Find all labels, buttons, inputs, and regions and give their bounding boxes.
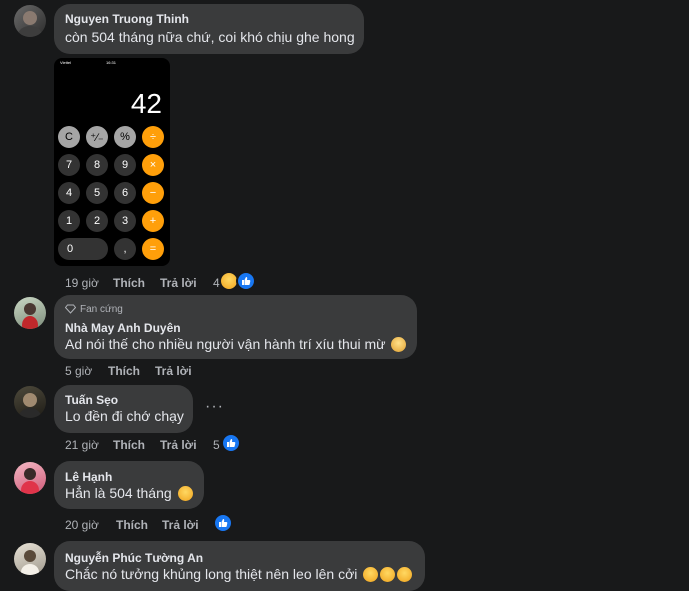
avatar-photo <box>18 11 42 37</box>
calc-key-0: 0 <box>58 238 108 260</box>
calc-key-equals: = <box>142 238 164 260</box>
comment-time[interactable]: 21 giờ <box>65 438 99 452</box>
like-reaction-icon[interactable] <box>213 513 233 533</box>
comment-author[interactable]: Nhà May Anh Duyên <box>65 321 181 335</box>
comment-text-content: Hẳn là 504 tháng <box>65 485 172 501</box>
calc-key-sign: ⁺∕₋ <box>86 126 108 148</box>
comment-text: Hẳn là 504 tháng <box>65 485 193 501</box>
calc-key-2: 2 <box>86 210 108 232</box>
calc-key-4: 4 <box>58 182 80 204</box>
comment-text: Lo đền đi chớ chạy <box>65 408 184 424</box>
like-button[interactable]: Thích <box>113 438 145 452</box>
comment-text-content: Chắc nó tưởng khủng long thiệt nên leo l… <box>65 566 358 582</box>
calculator-screenshot-image[interactable]: Viettel 16:31 42 C ⁺∕₋ % ÷ 7 8 9 × 4 5 6… <box>54 58 170 266</box>
rofl-emoji-icon <box>380 567 396 582</box>
avatar-photo <box>22 303 38 329</box>
calc-key-comma: , <box>114 238 136 260</box>
fan-badge: Fan cứng <box>80 304 123 315</box>
diamond-icon <box>65 304 76 314</box>
comment-author[interactable]: Tuấn Sẹo <box>65 393 118 407</box>
reaction-count[interactable]: 5 <box>213 438 220 452</box>
calc-key-9: 9 <box>114 154 136 176</box>
comment-text: còn 504 tháng nữa chứ, coi khó chịu ghe … <box>65 29 355 45</box>
like-button[interactable]: Thích <box>108 364 140 378</box>
calc-key-clear: C <box>58 126 80 148</box>
calc-key-minus: − <box>142 182 164 204</box>
avatar[interactable] <box>14 462 46 494</box>
like-reaction-icon <box>236 271 256 291</box>
avatar[interactable] <box>14 297 46 329</box>
calc-key-plus: + <box>142 210 164 232</box>
comment-text-content: Ad nói thế cho nhiều người vận hành trí … <box>65 336 386 352</box>
comment-time[interactable]: 19 giờ <box>65 276 99 290</box>
comment-text: Ad nói thế cho nhiều người vận hành trí … <box>65 336 407 352</box>
comment-time[interactable]: 5 giờ <box>65 364 92 378</box>
shocked-emoji-icon <box>391 337 407 352</box>
rofl-emoji-icon <box>397 567 413 582</box>
more-options-button[interactable]: ··· <box>205 398 224 416</box>
like-button[interactable]: Thích <box>116 518 148 532</box>
comment-author[interactable]: Nguyen Truong Thinh <box>65 12 189 26</box>
comment-author[interactable]: Lê Hạnh <box>65 470 112 484</box>
comment-text: Chắc nó tưởng khủng long thiệt nên leo l… <box>65 566 413 582</box>
reply-button[interactable]: Trả lời <box>160 438 197 452</box>
calc-key-percent: % <box>114 126 136 148</box>
laughing-emoji-icon <box>177 486 193 501</box>
calc-key-divide: ÷ <box>142 126 164 148</box>
avatar-photo <box>19 393 41 418</box>
avatar-photo <box>21 550 39 575</box>
calc-key-3: 3 <box>114 210 136 232</box>
status-time: 16:31 <box>106 60 117 65</box>
comment-author[interactable]: Nguyễn Phúc Tường An <box>65 551 203 565</box>
like-button[interactable]: Thích <box>113 276 145 290</box>
reply-button[interactable]: Trả lời <box>160 276 197 290</box>
like-reaction-icon <box>221 433 241 453</box>
reply-button[interactable]: Trả lời <box>162 518 199 532</box>
reply-button[interactable]: Trả lời <box>155 364 192 378</box>
avatar-photo <box>21 468 39 494</box>
avatar[interactable] <box>14 386 46 418</box>
comment-time[interactable]: 20 giờ <box>65 518 99 532</box>
avatar[interactable] <box>14 5 46 37</box>
calc-key-1: 1 <box>58 210 80 232</box>
avatar[interactable] <box>14 543 46 575</box>
calc-key-5: 5 <box>86 182 108 204</box>
calc-key-7: 7 <box>58 154 80 176</box>
calculator-display: 42 <box>130 88 162 119</box>
rofl-emoji-icon <box>363 567 379 582</box>
status-carrier: Viettel <box>60 60 72 65</box>
calc-key-8: 8 <box>86 154 108 176</box>
calc-key-multiply: × <box>142 154 164 176</box>
calc-key-6: 6 <box>114 182 136 204</box>
